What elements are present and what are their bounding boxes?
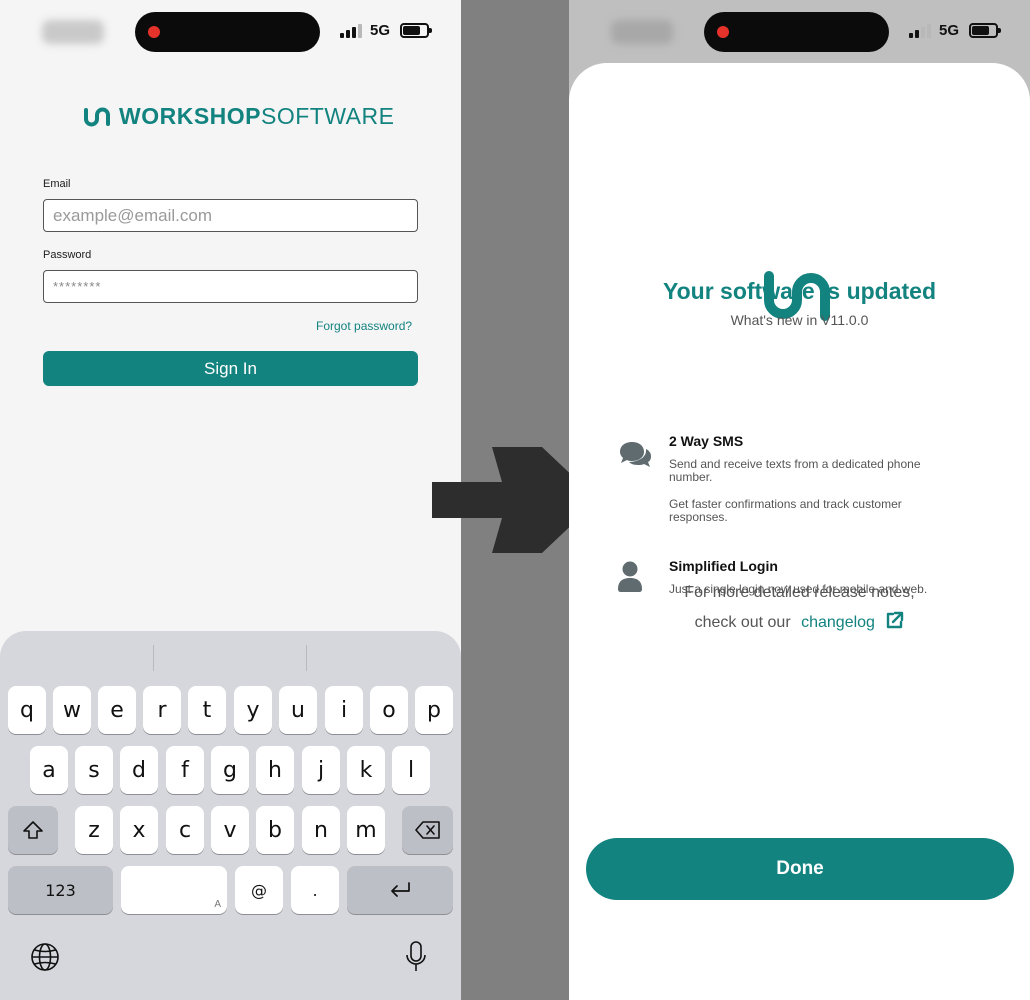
changelog-line: check out our changelog xyxy=(569,611,1030,632)
backspace-key[interactable] xyxy=(402,806,453,854)
key-m[interactable]: m xyxy=(347,806,385,854)
key-w[interactable]: w xyxy=(53,686,91,734)
password-field[interactable]: ******** xyxy=(43,270,418,303)
key-z[interactable]: z xyxy=(75,806,113,854)
shift-icon xyxy=(23,821,43,839)
recording-indicator-icon xyxy=(148,26,160,38)
feature-description: Send and receive texts from a dedicated … xyxy=(669,457,921,484)
status-bar: 5G xyxy=(569,0,1030,64)
workshop-logo-icon xyxy=(84,107,110,126)
battery-icon xyxy=(969,23,1001,38)
key-i[interactable]: i xyxy=(325,686,363,734)
key-f[interactable]: f xyxy=(166,746,204,794)
key-n[interactable]: n xyxy=(302,806,340,854)
update-screen: 5G Your software is updated What's new i… xyxy=(569,0,1030,1000)
changelog-prefix: check out our xyxy=(694,614,791,631)
backspace-icon xyxy=(414,821,440,839)
return-key[interactable] xyxy=(347,866,453,914)
key-k[interactable]: k xyxy=(347,746,385,794)
cellular-signal-icon xyxy=(909,24,931,38)
logo-text-bold: WORKSHOP xyxy=(119,103,261,129)
release-notes-text: For more detailed release notes, xyxy=(684,584,915,601)
key-t[interactable]: t xyxy=(188,686,226,734)
space-key[interactable]: A xyxy=(121,866,227,914)
key-b[interactable]: b xyxy=(256,806,294,854)
done-button[interactable]: Done xyxy=(586,838,1014,900)
dynamic-island xyxy=(704,12,889,52)
key-h[interactable]: h xyxy=(256,746,294,794)
dot-key[interactable]: . xyxy=(291,866,339,914)
logo-text-light: SOFTWARE xyxy=(261,103,395,129)
network-type: 5G xyxy=(370,22,391,39)
battery-icon xyxy=(400,23,432,38)
recording-indicator-icon xyxy=(717,26,729,38)
key-a[interactable]: a xyxy=(30,746,68,794)
sign-in-button[interactable]: Sign In xyxy=(43,351,418,386)
status-bar: 5G xyxy=(0,0,461,64)
network-type: 5G xyxy=(939,22,960,39)
external-link-icon[interactable] xyxy=(885,611,904,630)
update-version: What's new in V11.0.0 xyxy=(730,312,869,328)
key-x[interactable]: x xyxy=(120,806,158,854)
key-j[interactable]: j xyxy=(302,746,340,794)
dynamic-island xyxy=(135,12,320,52)
status-time-blurred xyxy=(611,20,673,44)
email-label: Email xyxy=(43,178,71,190)
suggestion-divider xyxy=(306,645,307,671)
key-v[interactable]: v xyxy=(211,806,249,854)
status-time-blurred xyxy=(42,20,104,44)
password-label: Password xyxy=(43,249,92,261)
key-o[interactable]: o xyxy=(370,686,408,734)
feature-title: Simplified Login xyxy=(669,558,778,574)
key-c[interactable]: c xyxy=(166,806,204,854)
login-screen: 5G WORKSHOP SOFTWARE Email Password ****… xyxy=(0,0,461,1000)
key-p[interactable]: p xyxy=(415,686,453,734)
key-e[interactable]: e xyxy=(98,686,136,734)
shift-key[interactable] xyxy=(8,806,58,854)
changelog-link[interactable]: changelog xyxy=(801,614,875,631)
globe-icon[interactable] xyxy=(30,942,60,977)
on-screen-keyboard: q w e r t y u i o p a s d f g h j k l z … xyxy=(0,631,461,1000)
return-icon xyxy=(391,882,410,897)
key-u[interactable]: u xyxy=(279,686,317,734)
key-d[interactable]: d xyxy=(120,746,158,794)
at-key[interactable]: @ xyxy=(235,866,283,914)
chat-bubbles-icon xyxy=(617,440,653,475)
space-key-hint: A xyxy=(214,899,221,910)
numbers-key[interactable]: 123 xyxy=(8,866,113,914)
workshop-software-logo: WORKSHOP SOFTWARE xyxy=(83,103,394,130)
update-title: Your software is updated xyxy=(662,278,937,304)
key-r[interactable]: r xyxy=(143,686,181,734)
key-l[interactable]: l xyxy=(392,746,430,794)
key-y[interactable]: y xyxy=(234,686,272,734)
cellular-signal-icon xyxy=(340,24,362,38)
microphone-icon[interactable] xyxy=(405,940,427,979)
suggestion-divider xyxy=(153,645,154,671)
feature-title: 2 Way SMS xyxy=(669,433,744,449)
forgot-password-link[interactable]: Forgot password? xyxy=(316,319,412,333)
key-g[interactable]: g xyxy=(211,746,249,794)
key-q[interactable]: q xyxy=(8,686,46,734)
key-s[interactable]: s xyxy=(75,746,113,794)
feature-description: Get faster confirmations and track custo… xyxy=(669,497,902,524)
email-field[interactable] xyxy=(43,199,418,232)
